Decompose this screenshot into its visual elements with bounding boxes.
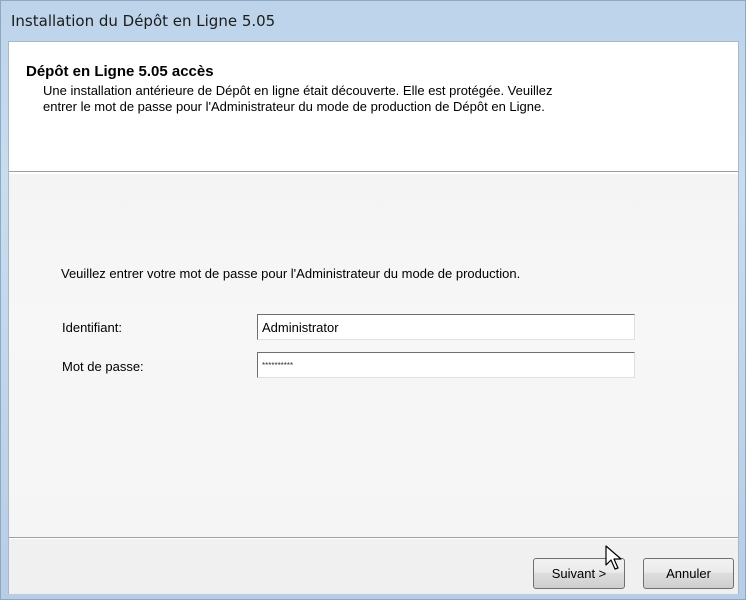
button-bar: Suivant > Annuler: [9, 537, 738, 594]
title-bar[interactable]: Installation du Dépôt en Ligne 5.05: [1, 1, 745, 41]
identifiant-input[interactable]: [257, 314, 635, 340]
form-panel: Veuillez entrer votre mot de passe pour …: [9, 174, 738, 537]
arrow-cursor-icon: [605, 545, 622, 570]
password-input[interactable]: [257, 352, 635, 378]
header-panel: Dépôt en Ligne 5.05 accès Une installati…: [9, 42, 738, 172]
header-description: Une installation antérieure de Dépôt en …: [43, 83, 553, 114]
instruction-text: Veuillez entrer votre mot de passe pour …: [61, 266, 521, 281]
dialog-client-area: Dépôt en Ligne 5.05 accès Une installati…: [8, 41, 739, 594]
password-label: Mot de passe:: [62, 359, 144, 374]
header-title: Dépôt en Ligne 5.05 accès: [26, 63, 214, 80]
window-title: Installation du Dépôt en Ligne 5.05: [11, 12, 276, 30]
installer-window: Installation du Dépôt en Ligne 5.05 Dépô…: [0, 0, 746, 600]
cancel-button[interactable]: Annuler: [643, 558, 734, 589]
button-bar-highlight: [9, 538, 738, 539]
identifiant-label: Identifiant:: [62, 320, 122, 335]
